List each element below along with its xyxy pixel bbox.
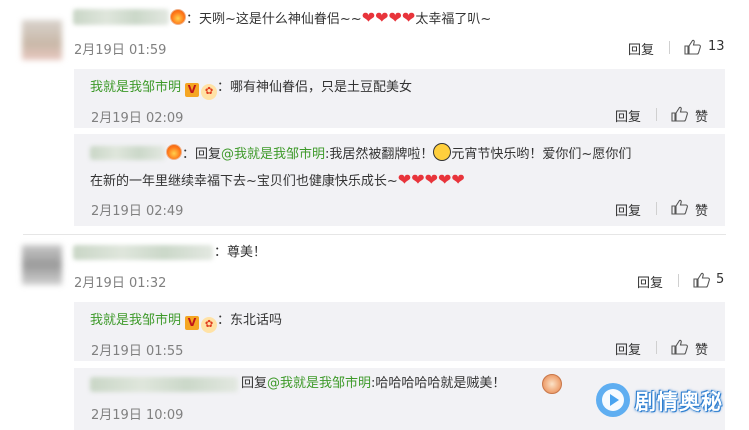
fire-emoji-icon [170,9,186,25]
comment-text: ：尊美！ [214,245,267,260]
mention-link[interactable]: @我就是我邹市明 [267,376,371,391]
reply-line-2: 在新的一年里继续幸福下去~宝贝们也健康快乐成长~❤❤❤❤❤ [90,170,465,189]
reply-button[interactable]: 回复 [637,272,663,291]
reply-button[interactable]: 回复 [615,106,641,125]
vip-badge-icon: V [185,316,200,330]
hearts-emoji-icon: ❤❤❤❤❤ [397,170,465,189]
watermark-text: 剧情奥秘 [635,390,723,414]
thumbs-up-icon[interactable] [684,39,701,55]
timestamp: 2月19日 01:32 [74,276,167,291]
thumbs-up-icon[interactable] [671,199,688,215]
like-label[interactable]: 赞 [695,200,708,219]
comment-text: ：天咧~这是什么神仙眷侣~~❤❤❤❤太幸福了叭~ [170,8,491,30]
blurred-username [90,146,165,160]
like-label[interactable]: 赞 [695,106,708,125]
fan-badge-icon: ✿ [201,84,218,100]
divider [669,41,670,54]
reply-username[interactable]: 我就是我邹市明 [90,313,181,328]
timestamp: 2月19日 01:55 [91,344,184,359]
divider [656,202,657,215]
fan-badge-icon: ✿ [201,317,218,333]
reply-line: ：回复@我就是我邹市明:我居然被翻牌啦！ 元宵节快乐哟！爱你们~愿你们 [166,143,631,165]
hearts-emoji-icon: ❤❤❤❤ [361,8,416,27]
divider [678,274,679,287]
fire-emoji-icon [166,144,182,160]
play-logo-icon [596,383,630,417]
thumbs-up-icon[interactable] [671,106,688,122]
watermark: 剧情奥秘 [591,377,727,423]
reply-line: 我就是我邹市明 V ✿ ：东北话吗 [90,311,282,333]
divider [656,108,657,121]
mention-link[interactable]: @我就是我邹市明 [221,147,325,162]
thumbs-up-icon[interactable] [693,272,710,288]
shocked-emoji-icon [433,143,452,161]
reply-button[interactable]: 回复 [628,39,654,58]
like-count: 5 [716,272,725,287]
avatar[interactable] [22,20,62,60]
reply-button[interactable]: 回复 [615,339,641,358]
blurred-username [73,245,213,260]
reply-line: 我就是我邹市明 V ✿ ：哪有神仙眷侣，只是土豆配美女 [90,78,412,100]
vip-badge-icon: V [185,83,200,97]
reply-line: 回复@我就是我邹市明:哈哈哈哈哈就是贼美！ [241,376,506,391]
blurred-username [90,377,238,392]
blurred-username [73,9,169,25]
like-label[interactable]: 赞 [695,339,708,358]
timestamp: 2月19日 02:09 [91,111,184,126]
timestamp: 2月19日 02:49 [91,204,184,219]
thumbs-up-icon[interactable] [671,339,688,355]
divider [656,341,657,354]
reply-button[interactable]: 回复 [615,200,641,219]
emoji-icon [542,374,562,394]
avatar[interactable] [22,245,62,285]
comment-separator [23,234,726,235]
timestamp: 2月19日 10:09 [91,408,184,423]
reply-username[interactable]: 我就是我邹市明 [90,80,181,95]
like-count: 13 [708,39,725,54]
timestamp: 2月19日 01:59 [74,43,167,58]
